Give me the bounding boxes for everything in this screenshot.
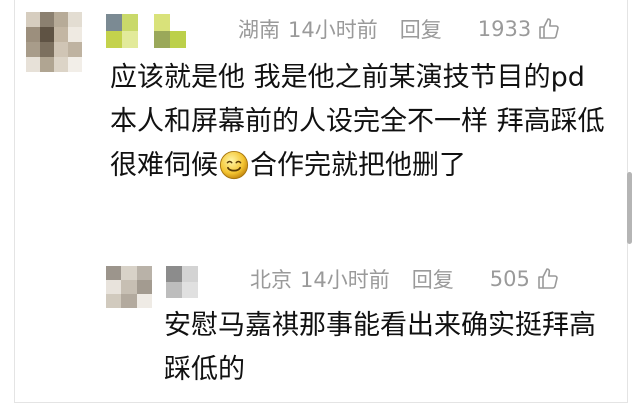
reply-reply-button[interactable]: 回复 [412, 264, 454, 294]
mosaic-pixel [138, 31, 154, 48]
comment-meta: 湖南 14小时前 回复 1933 [238, 12, 561, 46]
mosaic-pixel [40, 12, 54, 27]
reply-meta: 北京 14小时前 回复 505 [250, 262, 560, 296]
mosaic-pixel [40, 27, 54, 42]
mosaic-pixel [170, 31, 186, 48]
mosaic-pixel [106, 14, 122, 31]
mosaic-pixel [106, 31, 122, 48]
mosaic-pixel [122, 31, 138, 48]
avatar[interactable] [26, 12, 82, 72]
mosaic-pixel [54, 12, 68, 27]
thumb-up-icon[interactable] [536, 267, 560, 291]
reply-avatar[interactable] [106, 266, 152, 308]
comment-location: 湖南 [238, 18, 280, 42]
mosaic-pixel [26, 12, 40, 27]
username-censored[interactable] [106, 14, 186, 48]
mosaic-pixel [26, 42, 40, 57]
scrollbar[interactable] [627, 172, 632, 244]
comment-body: 应该就是他 我是他之前某演技节目的pd 本人和屏幕前的人设完全不一样 拜高踩低很… [110, 56, 620, 188]
mosaic-pixel [136, 294, 152, 308]
mosaic-pixel [136, 266, 152, 280]
mosaic-pixel [121, 294, 137, 308]
mosaic-pixel [40, 42, 54, 57]
mosaic-pixel [154, 14, 170, 31]
mosaic-pixel [106, 294, 122, 308]
mosaic-pixel [166, 266, 182, 282]
mosaic-pixel [106, 266, 122, 280]
mosaic-pixel [68, 42, 82, 57]
mosaic-pixel [26, 57, 40, 72]
mosaic-pixel [26, 27, 40, 42]
like-count: 1933 [477, 17, 532, 41]
comment-time: 14小时前 [288, 18, 378, 42]
mosaic-pixel [166, 282, 182, 298]
reply-like-count: 505 [489, 267, 530, 291]
reply-location: 北京 [250, 268, 292, 292]
mosaic-pixel [182, 266, 198, 282]
smile-emoji [219, 150, 249, 180]
mosaic-pixel [68, 27, 82, 42]
thumb-up-icon[interactable] [537, 17, 561, 41]
reply-time: 14小时前 [300, 268, 390, 292]
mosaic-pixel [121, 280, 137, 294]
mosaic-pixel [106, 280, 122, 294]
mosaic-pixel [182, 282, 198, 298]
mosaic-pixel [68, 12, 82, 27]
mosaic-pixel [138, 14, 154, 31]
mosaic-pixel [136, 280, 152, 294]
mosaic-pixel [54, 42, 68, 57]
reply-body: 安慰马嘉祺那事能看出来确实挺拜高踩低的 [164, 310, 596, 385]
mosaic-pixel [170, 14, 186, 31]
mosaic-pixel [54, 27, 68, 42]
mosaic-pixel [121, 266, 137, 280]
mosaic-pixel [68, 57, 82, 72]
mosaic-pixel [54, 57, 68, 72]
reply-username-censored[interactable] [166, 266, 198, 298]
reply-button[interactable]: 回复 [400, 14, 442, 44]
mosaic-pixel [122, 14, 138, 31]
mosaic-pixel [40, 57, 54, 72]
comment-text-end: 合作完就把他删了 [250, 150, 466, 181]
mosaic-pixel [154, 31, 170, 48]
